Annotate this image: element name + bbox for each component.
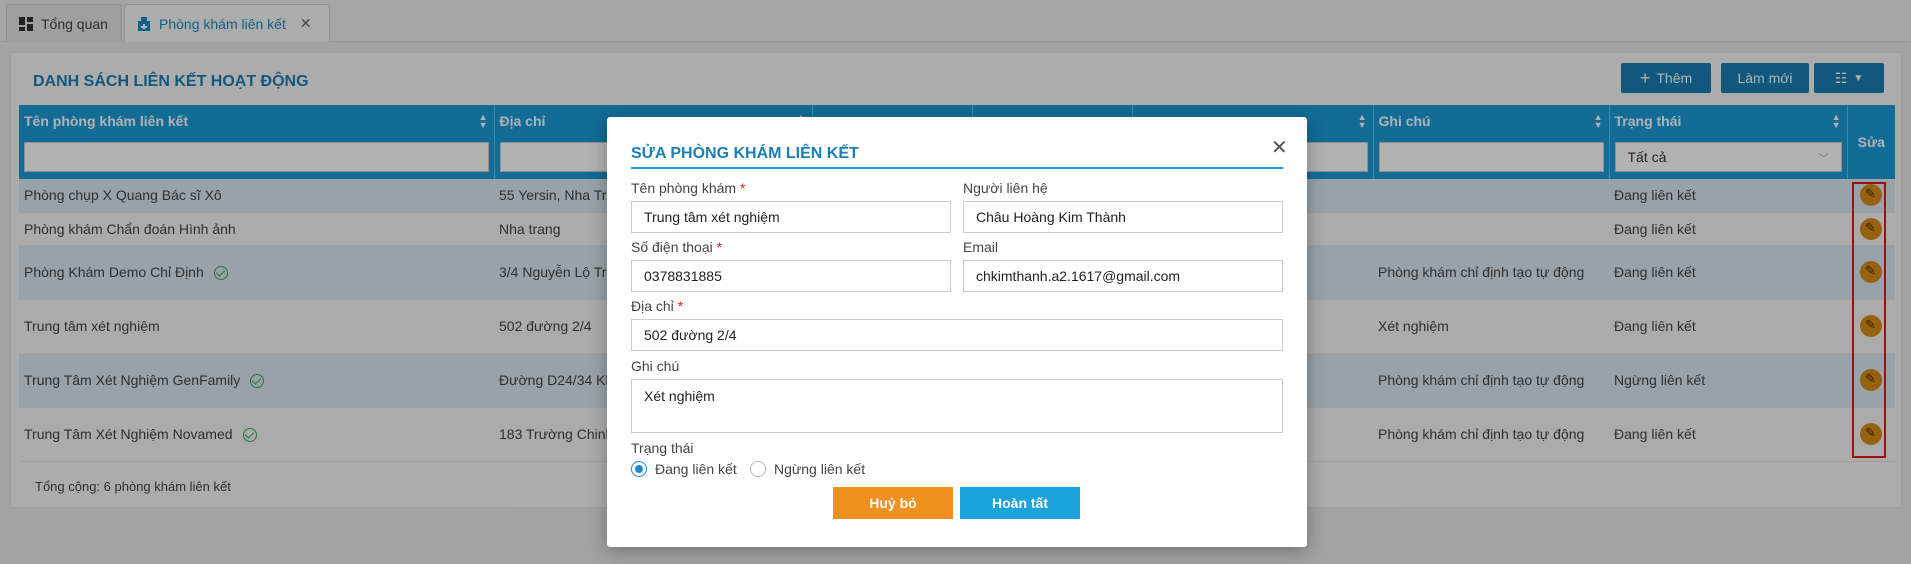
email-label: Email (963, 239, 999, 255)
contact-input[interactable]: Châu Hoàng Kim Thành (963, 201, 1283, 233)
edit-clinic-dialog: SỬA PHÒNG KHÁM LIÊN KẾT ✕ Tên phòng khám… (607, 117, 1307, 547)
title-underline (631, 167, 1283, 169)
status-option-active-label: Đang liên kết (655, 461, 737, 477)
cancel-button[interactable]: Huỷ bỏ (833, 487, 953, 519)
done-button[interactable]: Hoàn tất (960, 487, 1080, 519)
address-label: Địa chỉ * (631, 298, 684, 314)
dialog-title: SỬA PHÒNG KHÁM LIÊN KẾT (631, 145, 859, 162)
status-radio-active[interactable]: Đang liên kết (631, 461, 737, 477)
phone-input[interactable]: 0378831885 (631, 260, 951, 292)
status-radio-inactive[interactable]: Ngừng liên kết (750, 461, 865, 477)
close-icon[interactable]: ✕ (1271, 135, 1288, 160)
note-label: Ghi chú (631, 358, 680, 374)
status-label: Trạng thái (631, 440, 694, 456)
status-option-inactive-label: Ngừng liên kết (774, 461, 866, 477)
radio-checked-icon (631, 461, 647, 477)
contact-label: Người liên hệ (963, 180, 1048, 196)
clinic-name-label: Tên phòng khám * (631, 180, 746, 196)
radio-unchecked-icon (750, 461, 766, 477)
phone-label: Số điện thoại * (631, 239, 723, 255)
address-input[interactable]: 502 đường 2/4 (631, 319, 1283, 351)
email-input[interactable]: chkimthanh.a2.1617@gmail.com (963, 260, 1283, 292)
note-textarea[interactable]: Xét nghiệm (631, 379, 1283, 433)
clinic-name-input[interactable]: Trung tâm xét nghiệm (631, 201, 951, 233)
